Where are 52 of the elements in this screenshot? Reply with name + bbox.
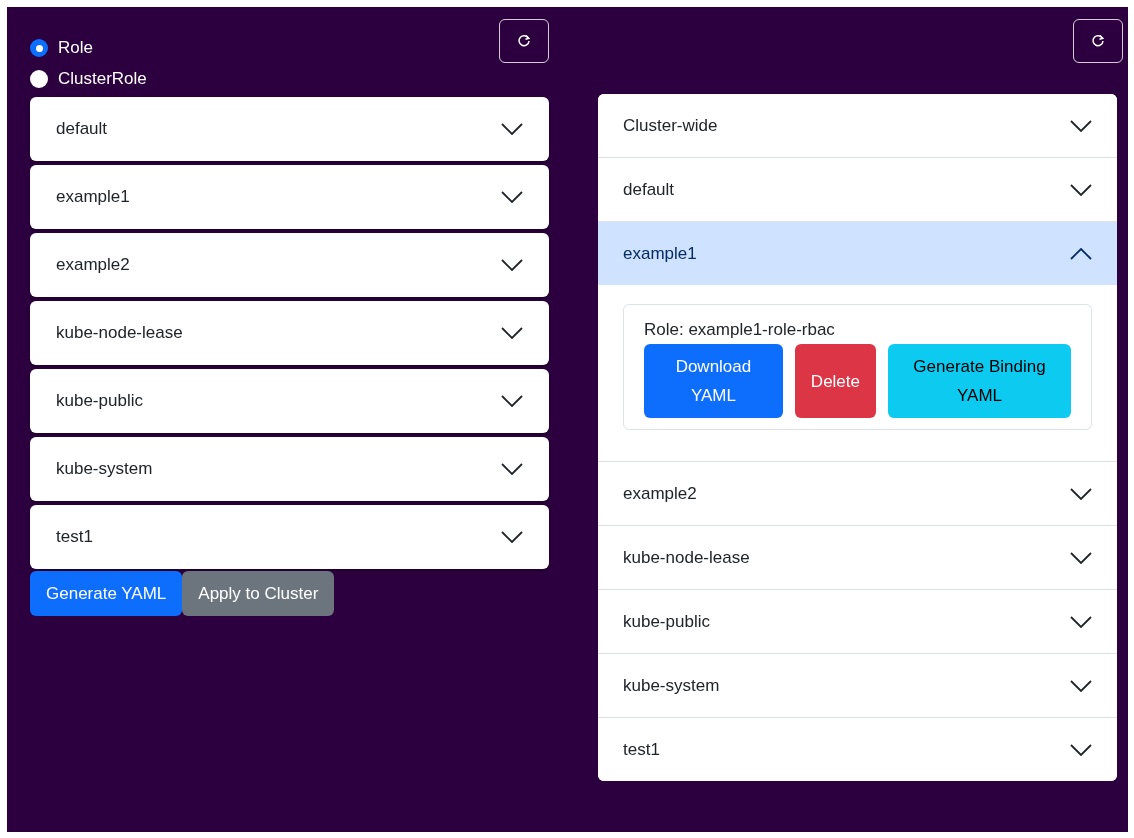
namespace-label: example2 bbox=[56, 254, 130, 277]
namespace-accordion-item[interactable]: test1 bbox=[30, 505, 549, 569]
namespace-accordion-item[interactable]: kube-system bbox=[30, 437, 549, 501]
chevron-down-icon bbox=[501, 191, 523, 203]
chevron-down-icon bbox=[501, 463, 523, 475]
action-button[interactable]: Apply to Cluster bbox=[182, 571, 335, 616]
namespace-accordion-header[interactable]: example1 bbox=[598, 222, 1117, 285]
namespace-label: kube-node-lease bbox=[56, 322, 183, 345]
role-title: Role: example1-role-rbac bbox=[644, 319, 836, 341]
namespace-label: kube-system bbox=[56, 458, 153, 481]
namespace-label: test1 bbox=[623, 738, 660, 761]
namespace-label: default bbox=[623, 178, 675, 201]
chevron-down-icon bbox=[501, 259, 523, 271]
chevron-down-icon bbox=[501, 327, 523, 339]
role-action-button[interactable]: Generate Binding YAML bbox=[888, 344, 1071, 418]
namespace-accordion-item[interactable]: example1 bbox=[30, 165, 549, 229]
namespace-label: kube-system bbox=[623, 674, 720, 697]
namespace-accordion-item[interactable]: default bbox=[30, 97, 549, 161]
refresh-icon bbox=[1090, 33, 1106, 49]
chevron-down-icon bbox=[1070, 615, 1092, 628]
namespace-accordion-item[interactable]: example2 bbox=[30, 233, 549, 297]
chevron-down-icon bbox=[1070, 487, 1092, 500]
refresh-icon bbox=[516, 33, 532, 49]
chevron-down-icon bbox=[501, 395, 523, 407]
role-action-button[interactable]: Delete bbox=[794, 344, 876, 418]
namespace-label: Cluster-wide bbox=[623, 114, 718, 137]
namespace-label: example1 bbox=[623, 242, 697, 265]
namespace-label: example1 bbox=[56, 186, 130, 209]
role-action-button[interactable]: Download YAML bbox=[644, 344, 783, 418]
namespace-label: test1 bbox=[56, 526, 93, 549]
chevron-down-icon bbox=[1070, 679, 1092, 692]
namespace-label: kube-public bbox=[623, 610, 710, 633]
namespace-accordion-item[interactable]: kube-node-lease bbox=[30, 301, 549, 365]
action-button[interactable]: Generate YAML bbox=[30, 571, 183, 616]
namespace-accordion-item[interactable]: kube-public bbox=[30, 369, 549, 433]
namespace-label: example2 bbox=[623, 482, 697, 505]
chevron-down-icon bbox=[1070, 551, 1092, 564]
namespace-label: kube-node-lease bbox=[623, 546, 750, 569]
refresh-button[interactable] bbox=[499, 19, 549, 63]
namespace-label: kube-public bbox=[56, 390, 143, 413]
chevron-down-icon bbox=[1070, 119, 1092, 132]
namespace-label: default bbox=[56, 118, 108, 141]
chevron-down-icon bbox=[501, 531, 523, 543]
refresh-button[interactable] bbox=[1073, 19, 1123, 63]
radio-button[interactable] bbox=[30, 39, 48, 57]
chevron-up-icon bbox=[1070, 247, 1092, 260]
radio-button[interactable] bbox=[30, 70, 48, 88]
chevron-down-icon bbox=[1070, 183, 1092, 196]
radio-label: ClusterRole bbox=[58, 68, 147, 90]
chevron-down-icon bbox=[1070, 743, 1092, 756]
chevron-down-icon bbox=[501, 123, 523, 135]
radio-label: Role bbox=[58, 37, 93, 59]
